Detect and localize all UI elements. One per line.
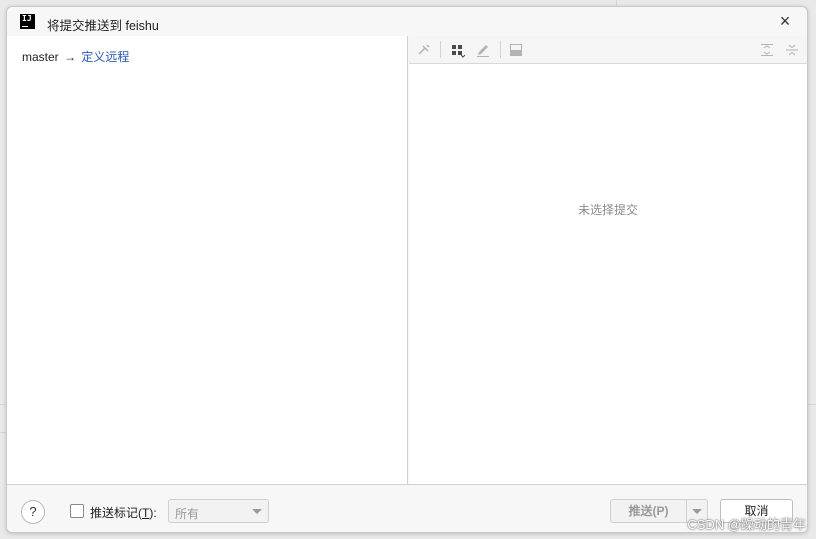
edit-icon[interactable] — [475, 42, 491, 58]
group-by-icon[interactable] — [450, 42, 466, 58]
define-remote-link[interactable]: 定义远程 — [81, 50, 129, 64]
arrow-right-icon: → — [64, 50, 77, 64]
chevron-down-icon — [252, 509, 262, 514]
preview-icon[interactable] — [508, 42, 524, 58]
collapse-all-icon[interactable] — [784, 42, 800, 58]
push-commits-dialog: IJ 将提交推送到 feishu × master → 定义远程 未选择提交 ?… — [6, 6, 808, 533]
app-icon-text: IJ — [22, 14, 32, 23]
intellij-app-icon: IJ — [20, 14, 35, 29]
pin-icon[interactable] — [416, 42, 432, 58]
push-tags-label-suffix: ): — [149, 506, 157, 520]
toolbar-separator — [440, 41, 441, 58]
push-button[interactable]: 推送(P) — [610, 499, 686, 523]
local-branch-name: master — [22, 50, 59, 64]
commits-tree-pane: master → 定义远程 — [7, 36, 408, 484]
no-commit-selected-text: 未选择提交 — [577, 203, 638, 217]
details-toolbar — [409, 36, 807, 64]
branch-row[interactable]: master → 定义远程 — [22, 48, 129, 65]
dialog-title: 将提交推送到 feishu — [47, 19, 159, 33]
help-button[interactable]: ? — [21, 500, 45, 524]
expand-all-icon[interactable] — [759, 42, 775, 58]
watermark: CSDN @躁动的青年 — [687, 517, 806, 532]
push-tags-label-prefix: 推送标记( — [90, 506, 142, 520]
tags-mode-select[interactable]: 所有 — [168, 499, 269, 523]
push-tags-checkbox[interactable] — [70, 504, 84, 518]
title-bar: IJ 将提交推送到 feishu × — [7, 7, 807, 36]
toolbar-separator — [500, 41, 501, 58]
close-icon[interactable]: × — [777, 12, 793, 30]
tags-select-value: 所有 — [175, 507, 200, 521]
commit-details-pane: 未选择提交 — [409, 64, 807, 484]
push-tags-label: 推送标记(T): — [90, 504, 157, 521]
